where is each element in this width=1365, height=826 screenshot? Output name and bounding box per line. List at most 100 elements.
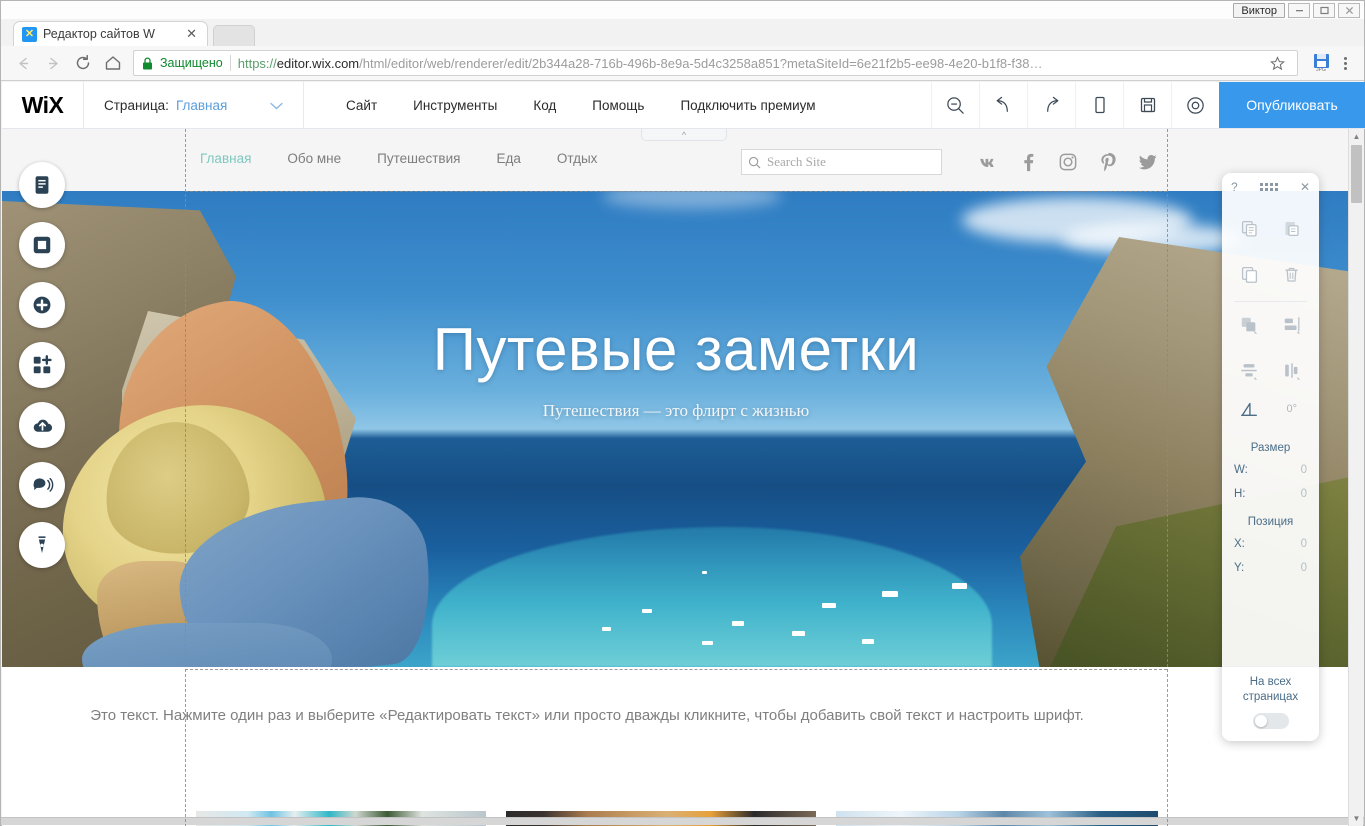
all-pages-label-line1: На всех — [1228, 675, 1313, 690]
omnibox-divider — [230, 55, 231, 71]
sidebar-item-pages-menu[interactable] — [19, 162, 65, 208]
width-label: W: — [1234, 464, 1248, 476]
browser-menu-button[interactable] — [1334, 51, 1356, 75]
hero-title[interactable]: Путевые заметки — [2, 315, 1350, 384]
tab-close-icon[interactable]: ✕ — [184, 26, 199, 42]
page-selector-label: Страница: — [104, 98, 169, 113]
page-selector[interactable]: Страница: Главная — [84, 82, 304, 128]
user-name-chip[interactable]: Виктор — [1233, 3, 1285, 18]
forward-button[interactable] — [39, 49, 67, 77]
vk-icon[interactable] — [977, 151, 999, 173]
extension-save-jpg-icon[interactable]: JPG — [1310, 53, 1332, 73]
distribute-vertical-button[interactable] — [1234, 356, 1264, 386]
scroll-down-arrow-icon[interactable]: ▼ — [1349, 811, 1364, 826]
rotation-value[interactable]: 0° — [1286, 394, 1297, 424]
sidebar-item-chat[interactable] — [19, 462, 65, 508]
delete-button[interactable] — [1277, 259, 1307, 289]
hero-section[interactable]: Путевые заметки Путешествия — это флирт … — [2, 191, 1350, 667]
element-properties-panel: ? ✕ — [1222, 173, 1319, 741]
guide-line-top — [185, 191, 1167, 192]
redo-icon — [1041, 95, 1062, 116]
sidebar-item-my-uploads[interactable] — [19, 402, 65, 448]
mobile-view-button[interactable] — [1075, 82, 1123, 128]
height-field[interactable]: H: 0 — [1222, 482, 1319, 506]
home-button[interactable] — [99, 49, 127, 77]
height-label: H: — [1234, 488, 1246, 500]
x-value: 0 — [1301, 538, 1307, 550]
window-maximize-button[interactable] — [1313, 3, 1335, 18]
site-nav-item-about[interactable]: Обо мне — [287, 151, 341, 166]
redo-button[interactable] — [1027, 82, 1075, 128]
menu-upgrade-premium[interactable]: Подключить премиум — [662, 82, 833, 129]
x-field[interactable]: X: 0 — [1222, 532, 1319, 556]
menu-code[interactable]: Код — [515, 82, 574, 129]
browser-tab[interactable]: ✕ Редактор сайтов W ✕ — [13, 21, 208, 46]
publish-button[interactable]: Опубликовать — [1219, 82, 1365, 128]
scroll-up-arrow-icon[interactable]: ▲ — [1349, 129, 1364, 144]
boat-shape — [732, 621, 744, 626]
body-paragraph[interactable]: Это текст. Нажмите один раз и выберите «… — [2, 704, 1172, 727]
window-close-button[interactable] — [1338, 3, 1360, 18]
minimize-icon — [1295, 6, 1304, 15]
floppy-icon — [1314, 54, 1329, 68]
save-button[interactable] — [1123, 82, 1171, 128]
align-button[interactable] — [1277, 310, 1307, 340]
reload-icon — [74, 54, 92, 72]
site-nav-item-home[interactable]: Главная — [200, 151, 251, 166]
url-text: https://editor.wix.com/html/editor/web/r… — [238, 56, 1258, 71]
boat-shape — [882, 591, 898, 597]
help-icon[interactable]: ? — [1231, 180, 1238, 194]
sidebar-item-blog[interactable] — [19, 522, 65, 568]
facebook-icon[interactable] — [1017, 151, 1039, 173]
canvas-scrollbar[interactable]: ▲ ▼ — [1348, 129, 1363, 826]
scrollbar-thumb[interactable] — [1351, 145, 1362, 203]
guide-line-right — [1167, 129, 1168, 826]
duplicate-button[interactable] — [1234, 259, 1264, 289]
site-nav-item-travel[interactable]: Путешествия — [377, 151, 460, 166]
paste-button[interactable] — [1277, 213, 1307, 243]
rotate-button[interactable] — [1234, 394, 1264, 424]
properties-panel-header: ? ✕ — [1222, 173, 1319, 201]
sidebar-item-add-element[interactable] — [19, 282, 65, 328]
wix-logo[interactable]: WiX — [2, 82, 84, 128]
reload-button[interactable] — [69, 49, 97, 77]
copy-button[interactable] — [1234, 213, 1264, 243]
site-nav-item-food[interactable]: Еда — [496, 151, 520, 166]
distribute-horizontal-button[interactable] — [1277, 356, 1307, 386]
handle-dot — [1275, 183, 1278, 186]
bookmark-star-icon[interactable] — [1265, 51, 1289, 75]
zoom-out-button[interactable] — [931, 82, 979, 128]
collapse-toolbar-button[interactable]: ^ — [641, 129, 727, 141]
pinterest-icon[interactable] — [1097, 151, 1119, 173]
x-label: X: — [1234, 538, 1245, 550]
menu-help[interactable]: Помощь — [574, 82, 662, 129]
editor-sidebar — [19, 162, 65, 568]
drag-handle-icon[interactable] — [1260, 183, 1278, 191]
site-navigation: Главная Обо мне Путешествия Еда Отдых — [200, 151, 597, 166]
menu-tools[interactable]: Инструменты — [395, 82, 515, 129]
width-field[interactable]: W: 0 — [1222, 458, 1319, 482]
undo-button[interactable] — [979, 82, 1027, 128]
arrange-button[interactable] — [1234, 310, 1264, 340]
sidebar-item-background[interactable] — [19, 222, 65, 268]
duplicate-icon — [1240, 265, 1259, 284]
hero-subtitle[interactable]: Путешествия — это флирт с жизнью — [2, 401, 1350, 421]
twitter-icon[interactable] — [1137, 151, 1159, 173]
new-tab-button[interactable] — [213, 25, 255, 46]
all-pages-toggle[interactable] — [1253, 713, 1289, 729]
preview-button[interactable] — [1171, 82, 1219, 128]
back-button[interactable] — [9, 49, 37, 77]
boat-shape — [602, 627, 611, 631]
extension-label: JPG — [1316, 68, 1326, 73]
window-minimize-button[interactable] — [1288, 3, 1310, 18]
pen-icon — [31, 534, 53, 556]
sidebar-item-add-app[interactable] — [19, 342, 65, 388]
secure-label: Защищено — [160, 56, 223, 70]
menu-site[interactable]: Сайт — [328, 82, 395, 129]
site-search-input[interactable]: Search Site — [741, 149, 942, 175]
y-field[interactable]: Y: 0 — [1222, 556, 1319, 580]
address-bar[interactable]: Защищено https://editor.wix.com/html/edi… — [133, 50, 1298, 76]
instagram-icon[interactable] — [1057, 151, 1079, 173]
site-nav-item-leisure[interactable]: Отдых — [557, 151, 598, 166]
panel-close-icon[interactable]: ✕ — [1300, 180, 1310, 194]
